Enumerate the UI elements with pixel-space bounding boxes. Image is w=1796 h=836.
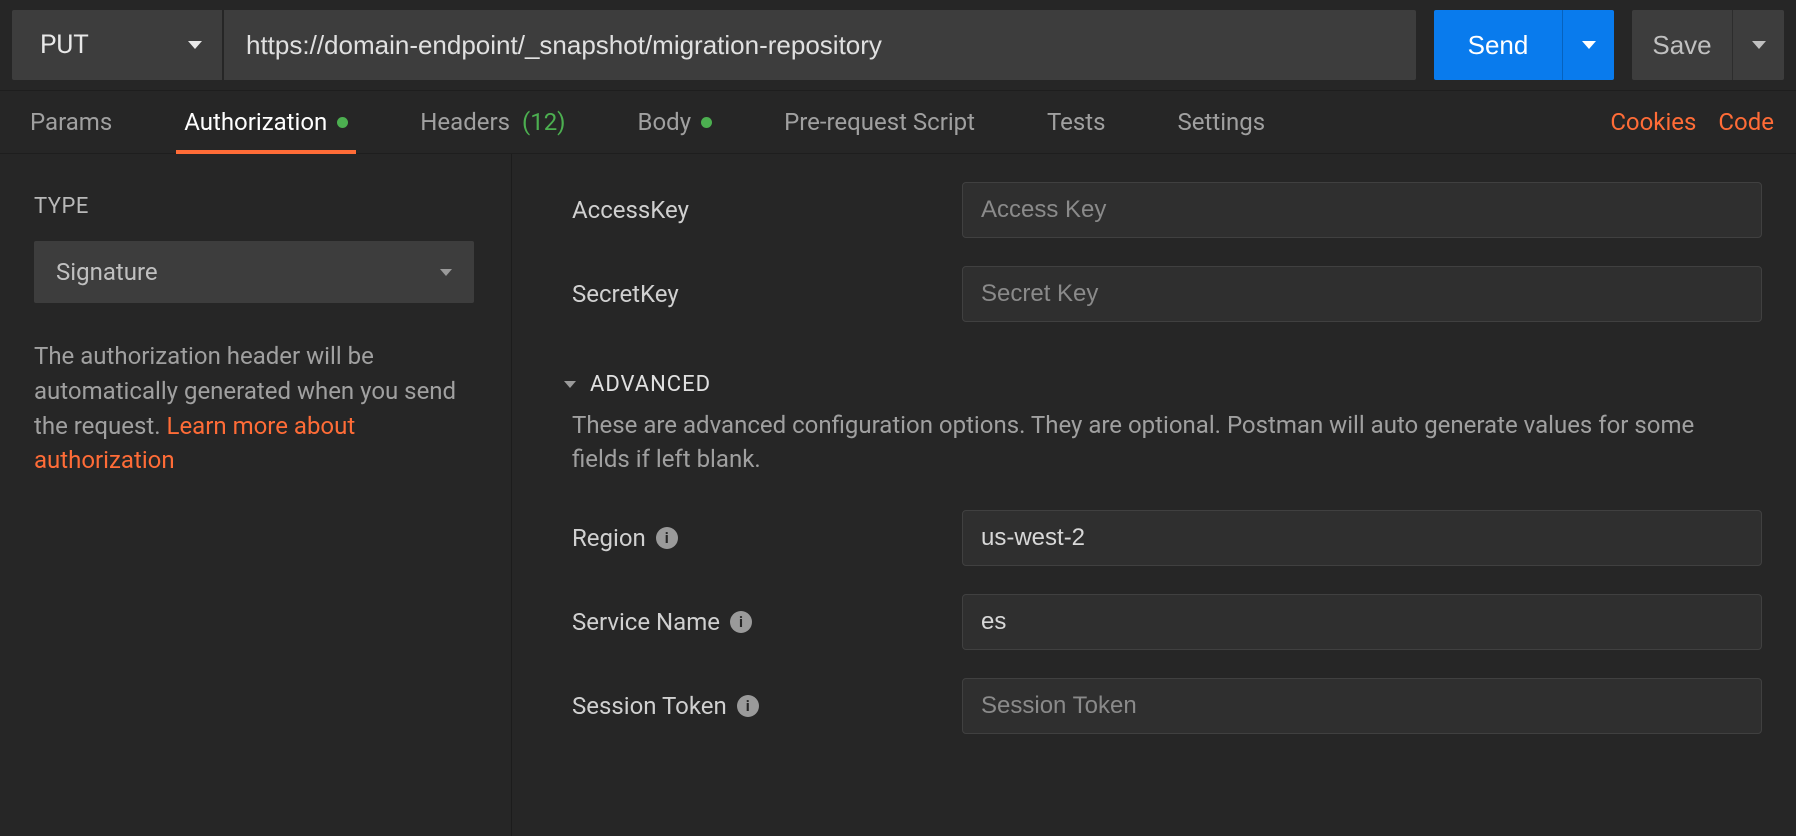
tab-label: Settings — [1178, 108, 1266, 136]
session-token-row: Session Token i — [572, 678, 1762, 734]
tab-authorization[interactable]: Authorization — [176, 91, 356, 153]
tab-label: Tests — [1047, 108, 1106, 136]
headers-count: (12) — [522, 108, 566, 136]
chevron-down-icon — [188, 41, 202, 49]
label-text: Session Token — [572, 692, 727, 720]
info-icon[interactable]: i — [730, 611, 752, 633]
region-row: Region i — [572, 510, 1762, 566]
chevron-down-icon — [440, 269, 452, 276]
code-link[interactable]: Code — [1718, 108, 1774, 136]
type-heading: TYPE — [34, 194, 477, 219]
tab-strip: Params Authorization Headers (12) Body P… — [0, 90, 1796, 154]
request-bar: PUT Send Save — [0, 0, 1796, 90]
save-button-group: Save — [1632, 10, 1784, 80]
advanced-toggle[interactable]: ADVANCED — [564, 372, 1762, 397]
send-button[interactable]: Send — [1434, 10, 1562, 80]
tab-settings[interactable]: Settings — [1170, 91, 1274, 153]
tab-label: Headers — [420, 108, 510, 136]
advanced-heading: ADVANCED — [590, 372, 711, 397]
send-button-group: Send — [1434, 10, 1614, 80]
auth-type-pane: TYPE Signature The authorization header … — [0, 154, 512, 836]
tab-tests[interactable]: Tests — [1039, 91, 1114, 153]
tab-headers[interactable]: Headers (12) — [412, 91, 573, 153]
secret-key-label: SecretKey — [572, 280, 962, 308]
http-method-select[interactable]: PUT — [12, 10, 222, 80]
save-dropdown-button[interactable] — [1732, 10, 1784, 80]
cookies-link[interactable]: Cookies — [1610, 108, 1696, 136]
tab-pre-request[interactable]: Pre-request Script — [776, 91, 983, 153]
tab-label: Params — [30, 108, 112, 136]
secret-key-input[interactable] — [962, 266, 1762, 322]
status-dot-icon — [701, 117, 712, 128]
save-button[interactable]: Save — [1632, 10, 1732, 80]
tab-label: Authorization — [184, 108, 327, 136]
chevron-down-icon — [564, 381, 576, 388]
auth-type-select[interactable]: Signature — [34, 241, 474, 303]
service-name-input[interactable] — [962, 594, 1762, 650]
access-key-input[interactable] — [962, 182, 1762, 238]
status-dot-icon — [337, 117, 348, 128]
service-name-label: Service Name i — [572, 608, 962, 636]
auth-help-text: The authorization header will be automat… — [34, 339, 477, 478]
access-key-row: AccessKey — [572, 182, 1762, 238]
http-method-value: PUT — [40, 30, 89, 60]
auth-type-value: Signature — [56, 258, 158, 286]
auth-fields-pane: AccessKey SecretKey ADVANCED These are a… — [512, 154, 1796, 836]
secret-key-row: SecretKey — [572, 266, 1762, 322]
authorization-panel: TYPE Signature The authorization header … — [0, 154, 1796, 836]
info-icon[interactable]: i — [737, 695, 759, 717]
advanced-description: These are advanced configuration options… — [572, 409, 1752, 476]
send-dropdown-button[interactable] — [1562, 10, 1614, 80]
service-name-row: Service Name i — [572, 594, 1762, 650]
tab-right-links: Cookies Code — [1610, 108, 1774, 136]
tab-params[interactable]: Params — [22, 91, 120, 153]
chevron-down-icon — [1752, 41, 1766, 49]
chevron-down-icon — [1582, 41, 1596, 49]
session-token-label: Session Token i — [572, 692, 962, 720]
tab-label: Pre-request Script — [784, 108, 975, 136]
url-input[interactable] — [224, 10, 1416, 80]
access-key-label: AccessKey — [572, 196, 962, 224]
session-token-input[interactable] — [962, 678, 1762, 734]
label-text: Service Name — [572, 608, 720, 636]
region-input[interactable] — [962, 510, 1762, 566]
region-label: Region i — [572, 524, 962, 552]
label-text: Region — [572, 524, 646, 552]
tab-label: Body — [638, 108, 692, 136]
tab-body[interactable]: Body — [630, 91, 721, 153]
info-icon[interactable]: i — [656, 527, 678, 549]
